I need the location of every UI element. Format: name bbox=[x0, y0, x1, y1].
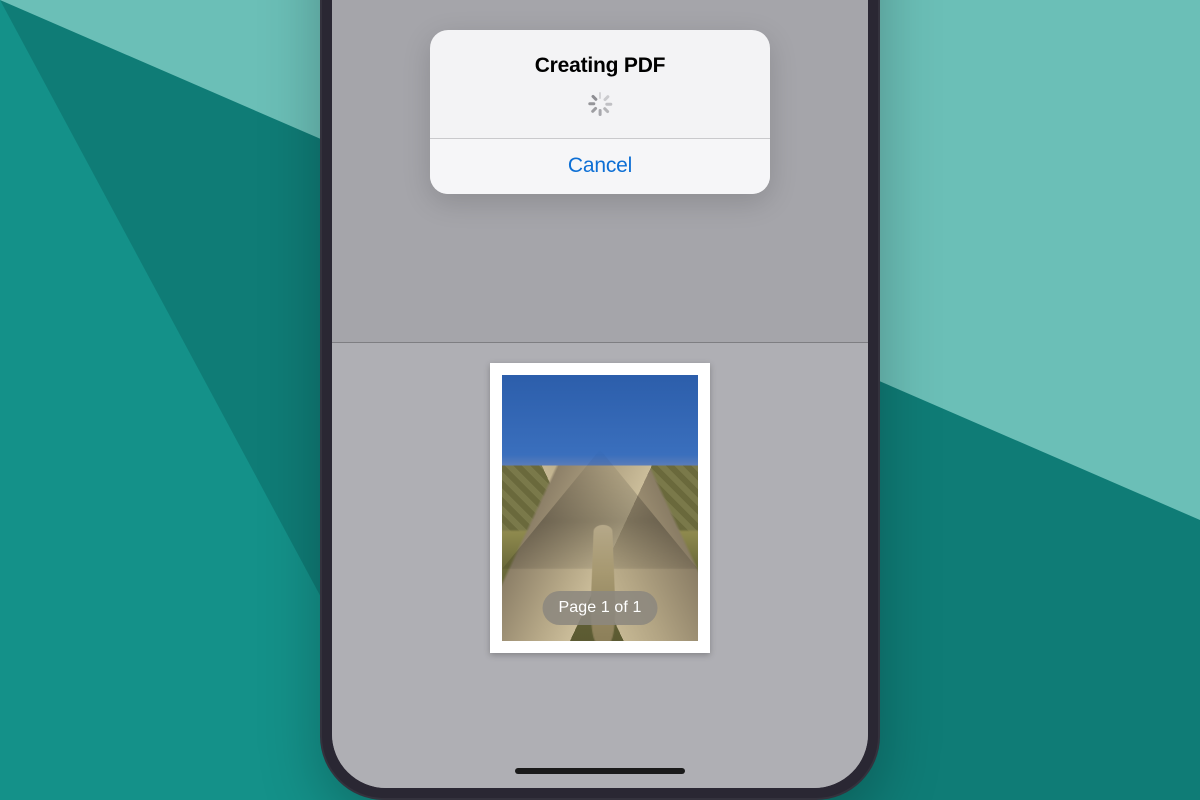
spinner-icon bbox=[588, 92, 612, 116]
page-thumbnail[interactable]: Page 1 of 1 bbox=[490, 363, 710, 653]
home-indicator[interactable] bbox=[515, 768, 685, 774]
phone-frame: Page 1 of 1 Creating PDF Cancel bbox=[320, 0, 880, 800]
cancel-button[interactable]: Cancel bbox=[430, 139, 770, 194]
print-preview-area: Page 1 of 1 bbox=[332, 343, 868, 788]
phone-screen: Page 1 of 1 Creating PDF Cancel bbox=[332, 0, 868, 788]
dialog-title: Creating PDF bbox=[450, 54, 750, 78]
progress-dialog: Creating PDF Cancel bbox=[430, 30, 770, 194]
page-count-badge: Page 1 of 1 bbox=[543, 591, 658, 625]
dialog-body: Creating PDF bbox=[430, 30, 770, 138]
